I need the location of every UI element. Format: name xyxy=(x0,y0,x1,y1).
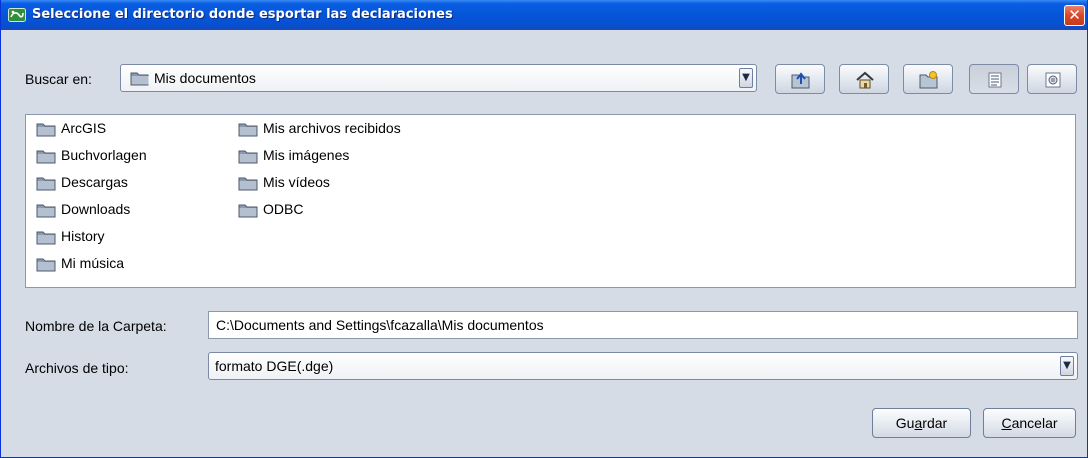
file-type-label: Archivos de tipo: xyxy=(25,360,129,376)
file-name: ODBC xyxy=(263,201,304,217)
list-view-icon xyxy=(988,72,1002,88)
close-icon: ✕ xyxy=(1068,6,1081,24)
title-bar[interactable]: Seleccione el directorio donde esportar … xyxy=(1,0,1087,30)
folder-icon xyxy=(238,204,258,218)
chevron-down-icon[interactable]: ▼ xyxy=(739,68,753,88)
folder-icon xyxy=(36,204,56,218)
new-folder-icon xyxy=(919,71,938,89)
file-name: Descargas xyxy=(61,174,128,190)
file-name: Buchvorlagen xyxy=(61,147,147,163)
file-name: Mis imágenes xyxy=(263,147,350,163)
file-chooser-dialog: Seleccione el directorio donde esportar … xyxy=(0,0,1088,458)
folder-name-input[interactable] xyxy=(209,312,1077,338)
folder-icon xyxy=(238,177,258,191)
folder-icon xyxy=(36,231,56,245)
cancel-label-post: ancelar xyxy=(1011,415,1058,431)
lookin-combo[interactable]: Mis documentos ▼ xyxy=(120,64,757,92)
list-view-button[interactable] xyxy=(969,64,1019,94)
save-button[interactable]: Guardar xyxy=(872,408,971,438)
file-name: Downloads xyxy=(61,201,131,217)
file-name: History xyxy=(61,228,105,244)
folder-icon xyxy=(130,72,149,86)
details-view-button[interactable] xyxy=(1027,64,1077,94)
save-label-post: rdar xyxy=(922,415,948,431)
details-view-icon xyxy=(1045,72,1061,88)
window-title: Seleccione el directorio donde esportar … xyxy=(32,7,453,22)
close-button[interactable]: ✕ xyxy=(1064,5,1085,26)
folder-icon xyxy=(36,177,56,191)
home-icon xyxy=(856,71,874,89)
save-label-pre: Gu xyxy=(895,415,915,431)
cancel-label-mnemonic: C xyxy=(1001,415,1012,431)
file-name: Mi música xyxy=(61,255,125,271)
folder-icon xyxy=(36,150,56,164)
folder-icon xyxy=(238,123,258,137)
up-folder-icon xyxy=(791,72,810,89)
lookin-value: Mis documentos xyxy=(154,70,256,86)
new-folder-button[interactable] xyxy=(903,64,953,94)
folder-name-label: Nombre de la Carpeta: xyxy=(25,318,167,334)
chevron-down-icon[interactable]: ▼ xyxy=(1060,356,1074,376)
folder-name-field[interactable] xyxy=(208,311,1078,339)
folder-icon xyxy=(36,123,56,137)
up-folder-button[interactable] xyxy=(775,64,825,94)
cancel-button[interactable]: Cancelar xyxy=(983,408,1076,438)
folder-icon xyxy=(36,258,56,272)
file-name: ArcGIS xyxy=(61,120,107,136)
folder-icon xyxy=(238,150,258,164)
file-name: Mis archivos recibidos xyxy=(263,120,401,136)
home-button[interactable] xyxy=(839,64,889,94)
file-type-value: formato DGE(.dge) xyxy=(215,358,334,374)
app-icon xyxy=(8,8,26,22)
lookin-label: Buscar en: xyxy=(25,71,92,87)
file-name: Mis vídeos xyxy=(263,174,330,190)
file-list[interactable]: ArcGIS Buchvorlagen Descargas Downloads Hist… xyxy=(25,114,1076,288)
file-type-combo[interactable]: formato DGE(.dge) ▼ xyxy=(208,352,1078,380)
